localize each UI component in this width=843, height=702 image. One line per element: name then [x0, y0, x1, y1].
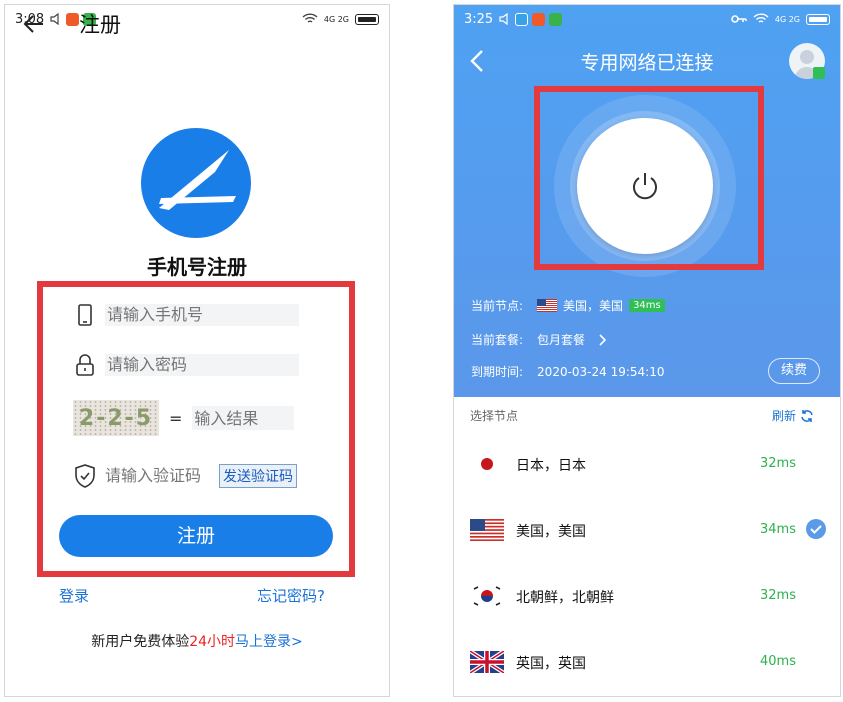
- refresh-label: 刷新: [772, 409, 797, 423]
- back-arrow-icon[interactable]: [23, 13, 45, 35]
- vpn-key-icon: [731, 15, 747, 23]
- mute-icon: [499, 13, 508, 25]
- chevron-right-icon[interactable]: [595, 333, 609, 347]
- page-title: 注册: [79, 13, 121, 37]
- captcha-row: 2-2-5 =: [73, 400, 295, 436]
- kr-flag-icon: [470, 585, 504, 607]
- phone-input[interactable]: [105, 304, 299, 326]
- wechat-icon: [549, 12, 563, 26]
- register-button[interactable]: 注册: [59, 515, 333, 557]
- battery-icon: [355, 13, 379, 25]
- status-bar: 3:08 4G 2G: [5, 5, 389, 33]
- vpn-screen: 3:25 4G 2G 专用网络已连接 当前节点: 美国，美国 34ms 当前套餐…: [453, 4, 841, 697]
- node-ping: 32ms: [760, 456, 796, 471]
- us-flag-icon: [537, 299, 558, 312]
- refresh-icon: [801, 409, 813, 422]
- node-ping: 32ms: [760, 588, 796, 603]
- promo-prefix: 新用户免费体验: [91, 634, 190, 650]
- phone-row: [73, 302, 299, 328]
- node-name: 英国，英国: [516, 656, 586, 672]
- node-ping: 40ms: [760, 654, 796, 669]
- promo-login-link[interactable]: 马上登录>: [235, 634, 303, 650]
- promo-highlight: 24小时: [189, 634, 236, 650]
- shield-check-icon: [75, 464, 95, 488]
- wifi-icon: [753, 13, 769, 23]
- phone-icon: [78, 304, 92, 326]
- current-plan-label: 当前套餐:: [471, 333, 524, 347]
- network-type: 4G 2G: [774, 14, 800, 24]
- expiry-label: 到期时间:: [471, 365, 524, 379]
- register-heading: 手机号注册: [147, 255, 247, 279]
- login-link[interactable]: 登录: [59, 585, 89, 606]
- password-input[interactable]: [105, 354, 299, 376]
- battery-icon: [806, 13, 830, 25]
- forgot-password-link[interactable]: 忘记密码?: [257, 585, 325, 606]
- us-flag-icon: [470, 519, 504, 541]
- current-node-row: 当前节点: 美国，美国 34ms: [471, 297, 665, 314]
- captcha-input[interactable]: [192, 406, 295, 430]
- status-right: 4G 2G: [731, 13, 830, 25]
- current-node-ping: 34ms: [629, 299, 665, 312]
- list-item[interactable]: 北朝鲜，北朝鲜 32ms: [454, 563, 840, 629]
- selected-check-icon: [806, 519, 826, 539]
- node-ping: 34ms: [760, 522, 796, 537]
- node-list-title: 选择节点: [470, 409, 519, 423]
- taobao-icon: [66, 12, 80, 26]
- highlight-box-power: [534, 86, 764, 270]
- lock-badge-icon: [813, 67, 825, 79]
- register-screen: 3:08 4G 2G 注册 手机号注册 2-2-5 = 请输入验证码: [4, 4, 390, 697]
- code-input[interactable]: 请输入验证码: [105, 465, 211, 487]
- status-bar: 3:25 4G 2G: [454, 5, 840, 33]
- refresh-button[interactable]: 刷新: [772, 407, 814, 424]
- password-row: [73, 352, 299, 378]
- search-app-icon: [515, 12, 529, 26]
- taobao-icon: [532, 12, 546, 26]
- uk-flag-icon: [470, 651, 504, 673]
- captcha-equals: =: [169, 408, 183, 428]
- lock-icon: [76, 354, 94, 376]
- promo-text: 新用户免费体验24小时马上登录>: [5, 631, 389, 651]
- code-row: 请输入验证码 发送验证码: [73, 463, 297, 489]
- status-time: 3:25: [464, 11, 494, 27]
- connection-header: 3:25 4G 2G 专用网络已连接 当前节点: 美国，美国 34ms 当前套餐…: [454, 5, 840, 397]
- list-item[interactable]: 美国，美国 34ms: [454, 497, 840, 563]
- network-type: 4G 2G: [323, 14, 349, 24]
- list-item[interactable]: 英国，英国 40ms: [454, 629, 840, 695]
- app-logo: [141, 128, 251, 238]
- wifi-icon: [302, 13, 318, 23]
- page-title: 专用网络已连接: [580, 52, 714, 74]
- renew-button[interactable]: 续费: [768, 358, 820, 384]
- node-name: 北朝鲜，北朝鲜: [516, 590, 614, 606]
- current-node-value: 美国，美国: [563, 299, 624, 313]
- node-name: 日本，日本: [516, 458, 586, 474]
- expiry-value: 2020-03-24 19:54:10: [537, 364, 665, 379]
- mute-icon: [50, 13, 59, 25]
- jp-flag-icon: [470, 453, 504, 475]
- list-item[interactable]: 日本，日本 32ms: [454, 431, 840, 497]
- status-right: 4G 2G: [302, 13, 379, 25]
- captcha-image[interactable]: 2-2-5: [73, 400, 159, 436]
- current-node-label: 当前节点:: [471, 299, 524, 313]
- current-plan-value: 包月套餐: [537, 333, 586, 347]
- node-name: 美国，美国: [516, 524, 586, 540]
- notification-icons: [499, 12, 563, 26]
- expiry-row: 到期时间: 2020-03-24 19:54:10: [471, 363, 665, 380]
- current-plan-row: 当前套餐: 包月套餐: [471, 331, 609, 348]
- send-code-button[interactable]: 发送验证码: [219, 464, 297, 488]
